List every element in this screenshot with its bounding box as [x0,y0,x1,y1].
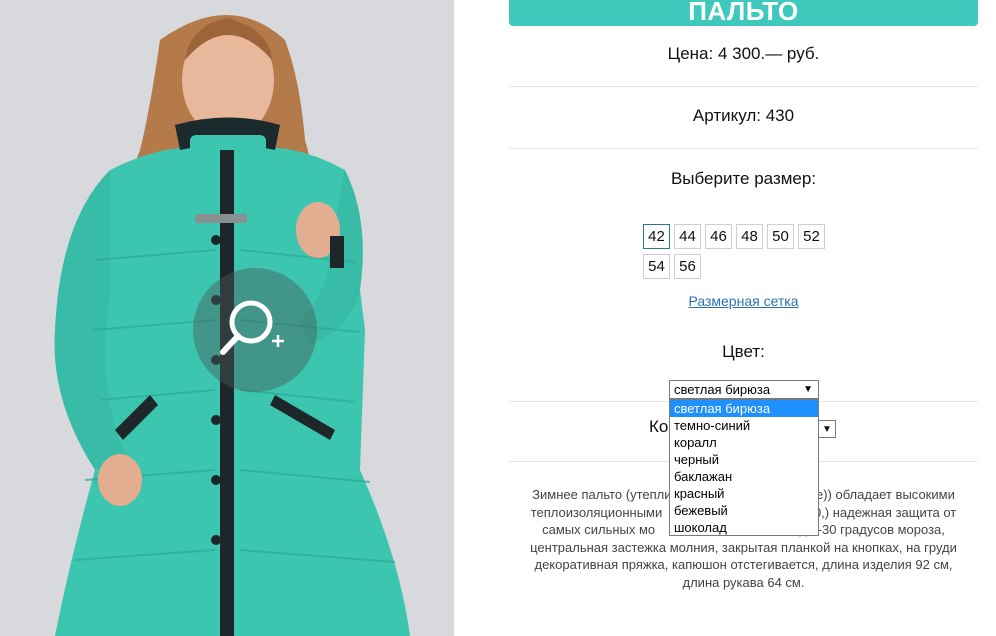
color-label: Цвет: [722,342,765,361]
product-photo[interactable] [0,0,454,636]
price: Цена: 4 300.— руб. [667,44,820,63]
color-select[interactable]: светлая бирюза ▼ [669,380,819,399]
color-option[interactable]: светлая бирюза [670,400,818,417]
color-option[interactable]: коралл [670,434,818,451]
size-option[interactable]: 50 [767,224,794,249]
size-option[interactable]: 46 [705,224,732,249]
divider [509,86,978,87]
color-dropdown-list[interactable]: светлая бирюза темно-синий коралл черный… [669,399,819,536]
size-option[interactable]: 44 [674,224,701,249]
color-option[interactable]: темно-синий [670,417,818,434]
size-option[interactable]: 54 [643,254,670,279]
product-title: ПАЛЬТО [509,0,978,26]
color-option[interactable]: красный [670,485,818,502]
color-option[interactable]: бежевый [670,502,818,519]
size-chart-link[interactable]: Размерная сетка [509,293,978,309]
color-option[interactable]: черный [670,451,818,468]
quantity-select[interactable]: ▼ [819,420,836,438]
size-option[interactable]: 48 [736,224,763,249]
zoom-in-icon[interactable] [215,292,295,368]
color-option[interactable]: шоколад [670,519,818,536]
size-option[interactable]: 56 [674,254,701,279]
size-option[interactable]: 52 [798,224,825,249]
quantity-label: Ко [649,417,669,436]
dropdown-arrow-icon: ▼ [803,384,813,395]
zoom-lens[interactable] [193,268,317,392]
color-option[interactable]: баклажан [670,468,818,485]
size-option[interactable]: 42 [643,224,670,249]
sku: Артикул: 430 [692,106,795,125]
size-prompt: Выберите размер: [670,169,817,188]
divider [509,148,978,149]
color-select-value: светлая бирюза [674,382,771,397]
